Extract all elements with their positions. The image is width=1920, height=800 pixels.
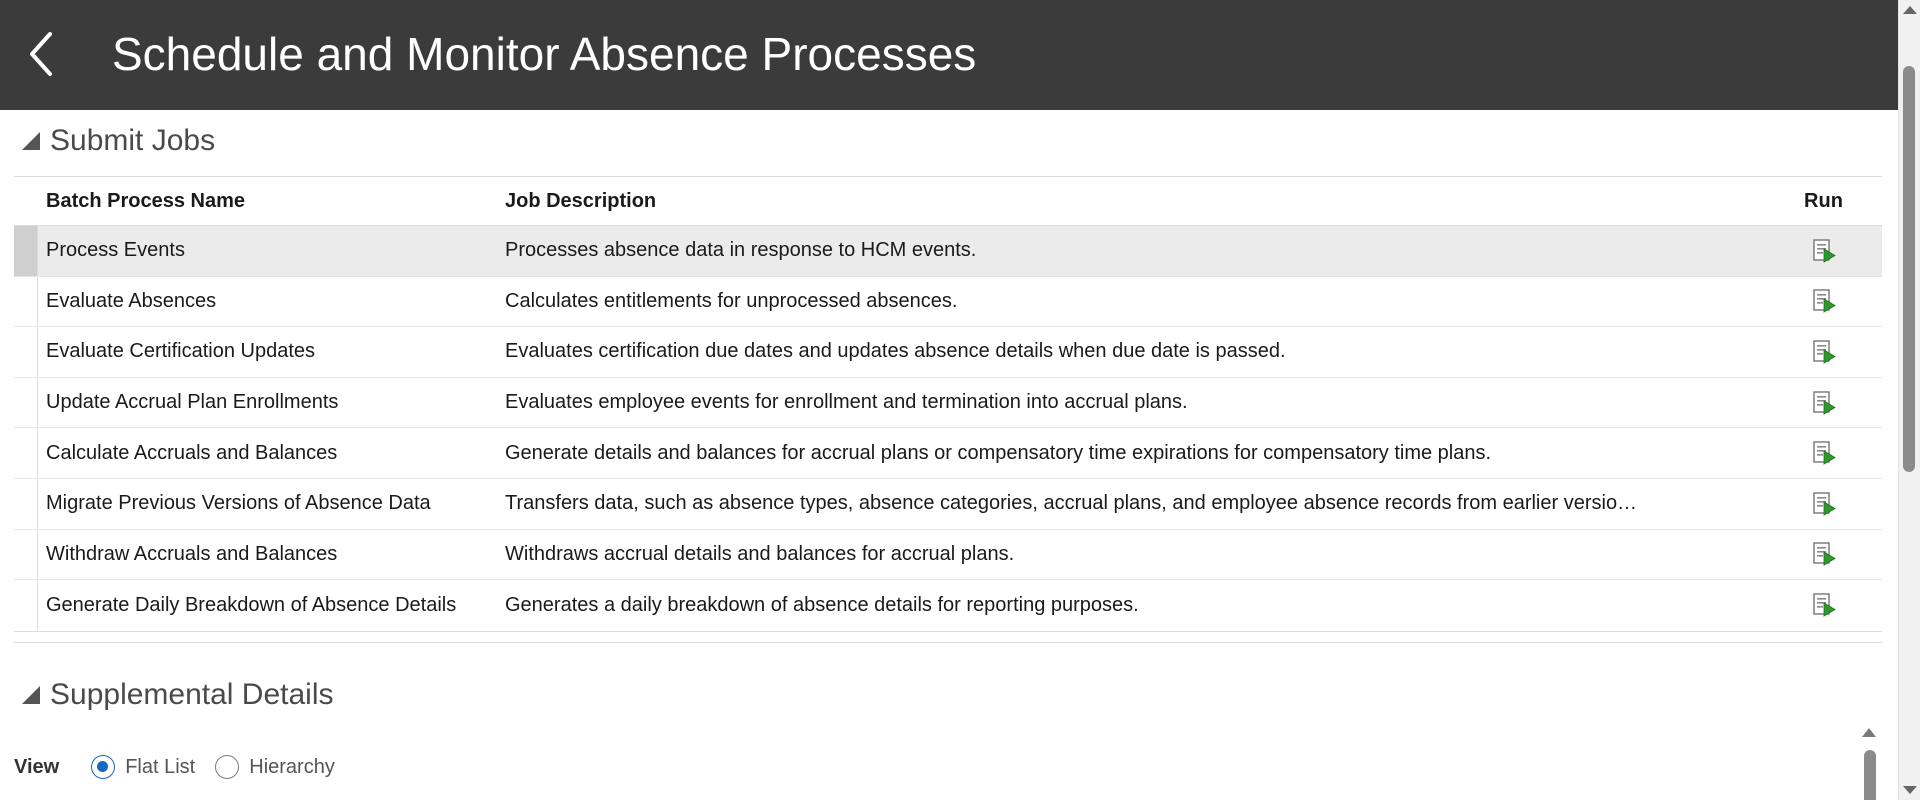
job-description: Generate details and balances for accrua…: [505, 441, 1492, 464]
row-gutter[interactable]: [14, 276, 38, 327]
run-job-icon[interactable]: [1811, 288, 1837, 314]
column-header-run[interactable]: Run: [1765, 190, 1882, 213]
run-cell: [1765, 592, 1882, 618]
flat-list-label[interactable]: Flat List: [125, 756, 195, 779]
page-header: Schedule and Monitor Absence Processes: [0, 0, 1898, 110]
view-label: View: [14, 755, 60, 778]
job-description: Withdraws accrual details and balances f…: [505, 542, 1015, 565]
run-job-icon[interactable]: [1811, 390, 1837, 416]
page-scrollbar-thumb[interactable]: [1903, 66, 1915, 472]
run-job-icon[interactable]: [1811, 491, 1837, 517]
row-gutter[interactable]: [14, 377, 38, 428]
chevron-left-icon[interactable]: [22, 26, 62, 82]
table-row[interactable]: Calculate Accruals and Balances Generate …: [14, 428, 1882, 479]
batch-process-name: Evaluate Absences: [46, 289, 217, 312]
collapse-triangle-icon: [22, 132, 40, 150]
row-gutter[interactable]: [14, 478, 38, 529]
batch-process-name: Calculate Accruals and Balances: [46, 441, 338, 464]
hierarchy-radio[interactable]: [215, 755, 240, 779]
job-description: Evaluates certification due dates and up…: [505, 340, 1286, 363]
job-description: Evaluates employee events for enrollment…: [505, 391, 1188, 414]
panel-scrollbar-thumb[interactable]: [1864, 750, 1876, 800]
row-gutter[interactable]: [14, 580, 38, 631]
run-job-icon[interactable]: [1811, 339, 1837, 365]
table-row[interactable]: Evaluate Absences Calculates entitlements…: [14, 276, 1882, 328]
section-divider: [14, 642, 1882, 643]
section-title-submit-jobs: Submit Jobs: [50, 124, 216, 157]
job-description: Processes absence data in response to HC…: [505, 239, 977, 262]
batch-process-name: Generate Daily Breakdown of Absence Deta…: [46, 593, 457, 616]
run-job-icon[interactable]: [1811, 238, 1837, 264]
table-row[interactable]: Withdraw Accruals and Balances Withdraws …: [14, 529, 1882, 581]
run-cell: [1765, 440, 1882, 466]
table-row[interactable]: Generate Daily Breakdown of Absence Deta…: [14, 580, 1882, 631]
batch-process-name: Evaluate Certification Updates: [46, 340, 316, 363]
run-job-icon[interactable]: [1811, 440, 1837, 466]
collapse-triangle-icon: [22, 686, 40, 704]
supplemental-details-section-toggle[interactable]: Supplemental Details: [22, 678, 334, 712]
run-cell: [1765, 339, 1882, 365]
run-cell: [1765, 541, 1882, 567]
row-gutter[interactable]: [14, 226, 38, 276]
table-row[interactable]: Process Events Processes absence data in …: [14, 226, 1882, 277]
run-job-icon[interactable]: [1811, 541, 1837, 567]
table-row[interactable]: Update Accrual Plan Enrollments Evaluates…: [14, 377, 1882, 429]
batch-process-name: Migrate Previous Versions of Absence Dat…: [46, 492, 431, 515]
row-gutter: [14, 177, 38, 225]
view-option-flat-list[interactable]: Flat List: [91, 755, 195, 779]
panel-scroll-up-arrow-icon[interactable]: [1862, 728, 1876, 737]
page-scrollbar[interactable]: [1898, 0, 1920, 800]
batch-process-name: Process Events: [46, 239, 185, 262]
submit-jobs-section-toggle[interactable]: Submit Jobs: [22, 124, 215, 158]
submit-jobs-table: Batch Process Name Job Description Run P…: [14, 176, 1882, 632]
job-description: Calculates entitlements for unprocessed …: [505, 289, 958, 312]
table-row[interactable]: Migrate Previous Versions of Absence Dat…: [14, 478, 1882, 530]
row-gutter[interactable]: [14, 529, 38, 580]
column-header-job-description[interactable]: Job Description: [505, 190, 1765, 213]
view-selector: View Flat List Hierarchy: [14, 752, 355, 782]
hierarchy-label[interactable]: Hierarchy: [249, 756, 335, 779]
row-gutter[interactable]: [14, 327, 38, 377]
row-gutter[interactable]: [14, 428, 38, 478]
table-row[interactable]: Evaluate Certification Updates Evaluates …: [14, 327, 1882, 378]
run-cell: [1765, 288, 1882, 314]
section-title-supplemental-details: Supplemental Details: [50, 678, 334, 711]
table-header: Batch Process Name Job Description Run: [14, 177, 1882, 226]
run-job-icon[interactable]: [1811, 592, 1837, 618]
scroll-down-arrow-icon[interactable]: [1903, 786, 1917, 794]
view-option-hierarchy[interactable]: Hierarchy: [215, 755, 335, 779]
run-cell: [1765, 491, 1882, 517]
scroll-up-arrow-icon[interactable]: [1903, 6, 1917, 14]
back-button[interactable]: [22, 26, 62, 82]
run-cell: [1765, 390, 1882, 416]
flat-list-radio[interactable]: [91, 755, 116, 779]
batch-process-name: Withdraw Accruals and Balances: [46, 542, 338, 565]
job-description: Transfers data, such as absence types, a…: [505, 492, 1638, 515]
column-header-batch-process-name[interactable]: Batch Process Name: [38, 190, 505, 213]
page-title: Schedule and Monitor Absence Processes: [112, 28, 977, 80]
run-cell: [1765, 238, 1882, 264]
batch-process-name: Update Accrual Plan Enrollments: [46, 391, 339, 414]
job-description: Generates a daily breakdown of absence d…: [505, 593, 1139, 616]
